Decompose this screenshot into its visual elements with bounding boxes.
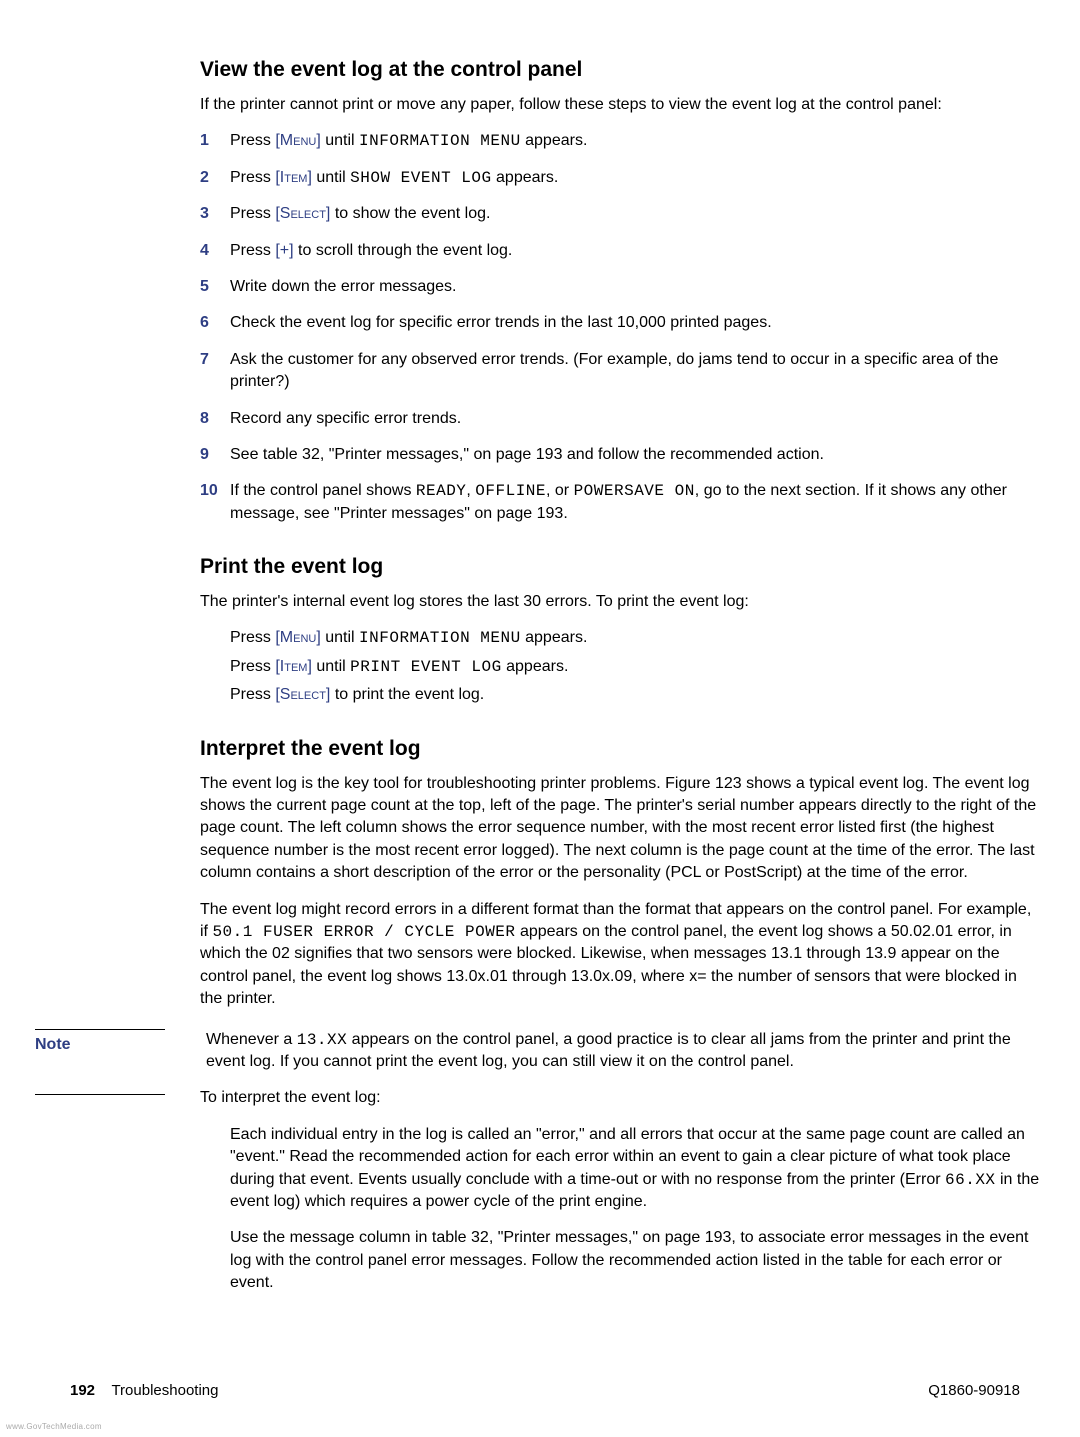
step-text: Record any specific error trends.	[230, 410, 461, 427]
select-key: [Select]	[275, 686, 330, 703]
note-text: Whenever a	[206, 1031, 297, 1048]
section2-lines: Press [Menu] until INFORMATION MENU appe…	[200, 627, 1040, 706]
lcd-text: 50.1 FUSER ERROR / CYCLE POWER	[212, 923, 515, 941]
watermark: www.GovTechMedia.com	[6, 1422, 102, 1431]
note-body: Whenever a 13.XX appears on the control …	[200, 1029, 1040, 1074]
step-6: 6 Check the event log for specific error…	[200, 312, 1040, 334]
line-text: to print the event log.	[330, 686, 484, 703]
step-text: Press	[230, 242, 275, 259]
line-text: appears.	[521, 629, 588, 646]
step-num: 7	[200, 349, 209, 371]
step-4: 4 Press [+] to scroll through the event …	[200, 240, 1040, 262]
bullet-2: Use the message column in table 32, "Pri…	[230, 1227, 1040, 1294]
select-key: [Select]	[275, 205, 330, 222]
line-text: Press	[230, 629, 275, 646]
step-7: 7 Ask the customer for any observed erro…	[200, 349, 1040, 394]
step-5: 5 Write down the error messages.	[200, 276, 1040, 298]
note-rule-bottom	[35, 1094, 165, 1095]
step-8: 8 Record any specific error trends.	[200, 408, 1040, 430]
step-text: Press	[230, 132, 275, 149]
step-num: 4	[200, 240, 209, 262]
step-text: Ask the customer for any observed error …	[230, 351, 998, 390]
step-2: 2 Press [Item] until SHOW EVENT LOG appe…	[200, 167, 1040, 189]
step-3: 3 Press [Select] to show the event log.	[200, 203, 1040, 225]
step-text: Press	[230, 205, 275, 222]
plus-key: [+]	[275, 242, 293, 259]
section3-title: Interpret the event log	[200, 737, 1040, 761]
section3-para1: The event log is the key tool for troubl…	[200, 773, 1040, 885]
line-text: appears.	[502, 658, 569, 675]
lcd-text: OFFLINE	[475, 482, 546, 500]
bullet-1: Each individual entry in the log is call…	[230, 1124, 1040, 1214]
step-num: 3	[200, 203, 209, 225]
line-2: Press [Item] until PRINT EVENT LOG appea…	[230, 656, 1040, 678]
line-1: Press [Menu] until INFORMATION MENU appe…	[230, 627, 1040, 649]
step-10: 10 If the control panel shows READY, OFF…	[200, 480, 1040, 525]
step-text: to show the event log.	[330, 205, 490, 222]
chapter-name: Troubleshooting	[111, 1382, 218, 1399]
lcd-text: PRINT EVENT LOG	[350, 658, 502, 676]
step-text: Write down the error messages.	[230, 278, 456, 295]
step-text: until	[321, 132, 359, 149]
step-9: 9 See table 32, "Printer messages," on p…	[200, 444, 1040, 466]
bullet-text: Each individual entry in the log is call…	[230, 1126, 1025, 1188]
step-num: 10	[200, 480, 218, 502]
step-1: 1 Press [Menu] until INFORMATION MENU ap…	[200, 130, 1040, 152]
lcd-text: READY	[416, 482, 467, 500]
note-block: Note Whenever a 13.XX appears on the con…	[200, 1029, 1040, 1074]
step-text: , or	[546, 482, 574, 499]
item-key: [Item]	[275, 658, 312, 675]
step-num: 9	[200, 444, 209, 466]
lcd-text: 13.XX	[297, 1031, 348, 1049]
lcd-text: INFORMATION MENU	[359, 132, 521, 150]
step-text: If the control panel shows	[230, 482, 416, 499]
section1-title: View the event log at the control panel	[200, 58, 1040, 82]
line-text: until	[321, 629, 359, 646]
section3-para2: The event log might record errors in a d…	[200, 899, 1040, 1011]
lcd-text: INFORMATION MENU	[359, 629, 521, 647]
line-3: Press [Select] to print the event log.	[230, 684, 1040, 706]
step-num: 8	[200, 408, 209, 430]
page-number: 192	[70, 1382, 95, 1399]
step-text: Press	[230, 169, 275, 186]
lcd-text: SHOW EVENT LOG	[350, 169, 491, 187]
line-text: until	[312, 658, 350, 675]
step-text: appears.	[492, 169, 559, 186]
section2-intro: The printer's internal event log stores …	[200, 591, 1040, 613]
footer-left: 192 Troubleshooting	[70, 1382, 218, 1399]
menu-key: [Menu]	[275, 132, 320, 149]
lcd-text: POWERSAVE ON	[574, 482, 695, 500]
step-num: 6	[200, 312, 209, 334]
lcd-text: 66.XX	[945, 1171, 996, 1189]
line-text: Press	[230, 658, 275, 675]
step-num: 5	[200, 276, 209, 298]
item-key: [Item]	[275, 169, 312, 186]
step-num: 1	[200, 130, 209, 152]
note-label-box: Note	[35, 1029, 165, 1095]
step-text: Check the event log for specific error t…	[230, 314, 772, 331]
step-num: 2	[200, 167, 209, 189]
section3-bullets: Each individual entry in the log is call…	[200, 1124, 1040, 1295]
section1-intro: If the printer cannot print or move any …	[200, 94, 1040, 116]
step-text: until	[312, 169, 350, 186]
footer-right: Q1860-90918	[928, 1382, 1020, 1399]
menu-key: [Menu]	[275, 629, 320, 646]
page-footer: 192 Troubleshooting Q1860-90918	[70, 1382, 1020, 1399]
section3-para3: To interpret the event log:	[200, 1087, 1040, 1109]
step-text: ,	[466, 482, 475, 499]
note-label: Note	[35, 1030, 165, 1060]
section2-title: Print the event log	[200, 555, 1040, 579]
section1-steps: 1 Press [Menu] until INFORMATION MENU ap…	[200, 130, 1040, 525]
line-text: Press	[230, 686, 275, 703]
step-text: appears.	[521, 132, 588, 149]
step-text: See table 32, "Printer messages," on pag…	[230, 446, 824, 463]
step-text: to scroll through the event log.	[294, 242, 513, 259]
